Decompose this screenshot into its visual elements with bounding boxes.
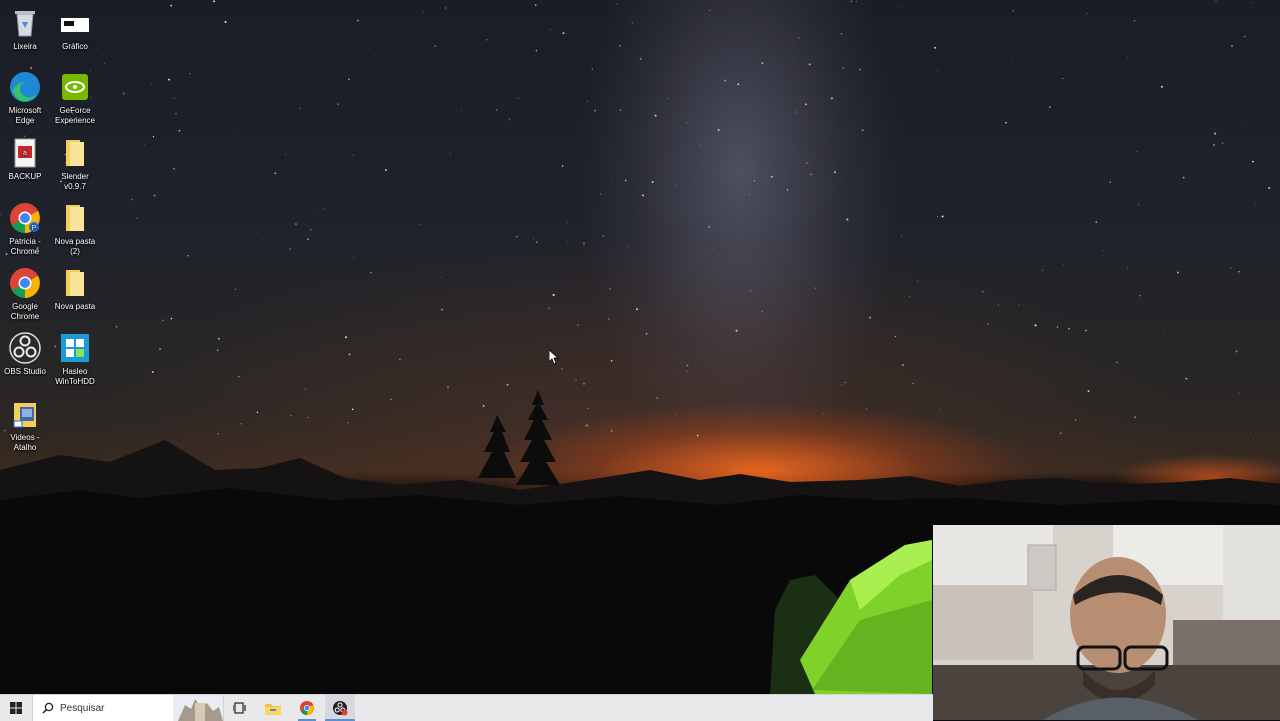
task-view-icon bbox=[233, 702, 246, 714]
edge-icon bbox=[8, 70, 42, 104]
desktop-icon-label: Hasleo WinToHDD bbox=[55, 367, 95, 386]
desktop-icon-microsoft-edge[interactable]: Microsoft Edge bbox=[0, 70, 50, 126]
taskbar-search-box[interactable]: Pesquisar bbox=[32, 695, 224, 721]
desktop-icon-label: Patricia - Chrome bbox=[9, 237, 41, 256]
file-explorer-icon bbox=[265, 703, 281, 715]
geforce-icon bbox=[58, 70, 92, 104]
desktop-icon-label: Gráfico bbox=[62, 42, 88, 51]
backup-icon: a bbox=[8, 136, 42, 170]
obs-icon bbox=[8, 331, 42, 365]
desktop-icon-nova-pasta[interactable]: Nova pasta bbox=[50, 266, 100, 312]
search-icon bbox=[42, 702, 54, 714]
desktop-icon-label: Google Chrome bbox=[10, 302, 40, 321]
search-placeholder: Pesquisar bbox=[60, 702, 105, 714]
wintohdd-icon bbox=[58, 331, 92, 365]
desktop-icon-label: Microsoft Edge bbox=[8, 106, 42, 125]
folder-icon bbox=[58, 201, 92, 235]
desktop-icon-geforce[interactable]: GeForce Experience bbox=[50, 70, 100, 126]
desktop-icon-grafico[interactable]: Gráfico bbox=[50, 6, 100, 52]
desktop-icon-hasleo-wintohdd[interactable]: Hasleo WinToHDD bbox=[50, 331, 100, 387]
desktop-icon-slender[interactable]: Slender v0.9.7 bbox=[50, 136, 100, 192]
chrome-taskbar-button[interactable] bbox=[292, 695, 322, 721]
desktop-icon-lixeira[interactable]: Lixeira bbox=[0, 6, 50, 52]
file-explorer-button[interactable] bbox=[258, 695, 288, 721]
desktop-icon-label: GeForce Experience bbox=[54, 106, 96, 125]
taskbar: Pesquisar bbox=[0, 694, 933, 721]
desktop-icon-label: Nova pasta (2) bbox=[54, 237, 96, 256]
obs-recording-icon bbox=[333, 701, 348, 716]
desktop-icon-obs-studio[interactable]: OBS Studio bbox=[0, 331, 50, 377]
chrome-icon bbox=[299, 700, 315, 716]
task-view-button[interactable] bbox=[226, 695, 254, 721]
desktop-icon-backup[interactable]: a BACKUP bbox=[0, 136, 50, 182]
folder-icon bbox=[58, 136, 92, 170]
desktop-icon-videos-atalho[interactable]: Videos - Atalho bbox=[0, 397, 50, 453]
desktop-icon-label: Slender v0.9.7 bbox=[61, 172, 89, 191]
folder-icon bbox=[58, 266, 92, 300]
start-button[interactable] bbox=[0, 695, 32, 721]
desktop-icon-label: BACKUP bbox=[8, 172, 42, 181]
webcam-overlay bbox=[933, 525, 1280, 720]
recycle-bin-icon bbox=[8, 6, 42, 40]
chrome-profile-icon: P bbox=[8, 201, 42, 235]
search-highlight-image-icon bbox=[173, 695, 223, 721]
desktop-icon-label: Videos - Atalho bbox=[10, 433, 40, 452]
desktop-icon-label: Nova pasta bbox=[54, 302, 96, 311]
mouse-cursor-icon bbox=[548, 349, 560, 370]
chart-shortcut-icon bbox=[58, 6, 92, 40]
desktop-icon-label: OBS Studio bbox=[4, 367, 46, 376]
start-icon bbox=[10, 702, 22, 714]
chrome-icon bbox=[8, 266, 42, 300]
svg-text:P: P bbox=[32, 225, 37, 232]
desktop-icon-label: Lixeira bbox=[13, 42, 37, 51]
obs-taskbar-button[interactable] bbox=[325, 695, 355, 721]
desktop-icon-nova-pasta-2[interactable]: Nova pasta (2) bbox=[50, 201, 100, 257]
desktop-icon-google-chrome[interactable]: Google Chrome bbox=[0, 266, 50, 322]
desktop-icon-patricia-chrome[interactable]: P Patricia - Chrome bbox=[0, 201, 50, 257]
svg-text:a: a bbox=[23, 150, 27, 157]
video-folder-icon bbox=[8, 397, 42, 431]
